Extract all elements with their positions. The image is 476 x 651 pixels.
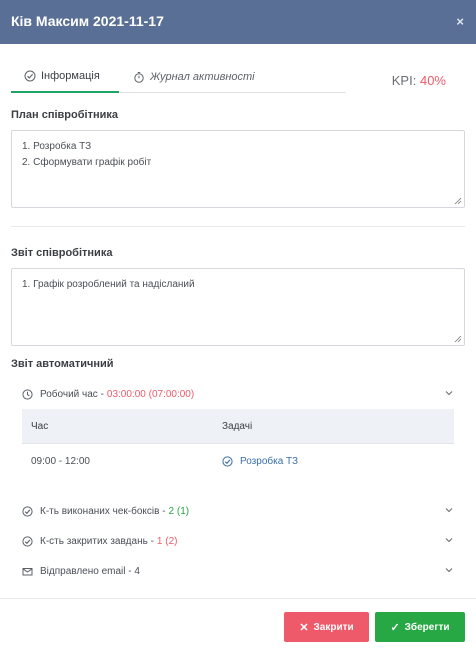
modal-title: Ків Максим 2021-11-17 <box>11 13 164 29</box>
checkmark-icon: ✓ <box>390 621 400 634</box>
cell-task: Розробка ТЗ <box>222 456 454 467</box>
check-circle-icon <box>222 456 233 467</box>
close-button[interactable]: ✕ Закрити <box>284 612 369 642</box>
kpi-label: KPI: <box>391 73 417 88</box>
work-time-label: Робочий час - <box>40 388 104 400</box>
checkboxes-row[interactable]: К-ть виконаних чек-боксів - 2 (1) <box>22 502 454 520</box>
stopwatch-icon <box>134 71 144 83</box>
report-line: 1. Графік розроблений та надісланий <box>22 279 195 290</box>
tab-activity-log-label: Журнал активності <box>150 70 255 83</box>
work-time-value: 03:00:00 (07:00:00) <box>106 388 195 400</box>
plan-label: План співробітника <box>11 109 118 121</box>
close-button-label: Закрити <box>313 621 354 633</box>
report-textarea[interactable]: 1. Графік розроблений та надісланий <box>11 268 465 346</box>
chevron-down-icon[interactable] <box>444 565 454 575</box>
checkboxes-value: 2 (1) <box>168 505 190 517</box>
resize-grip-icon[interactable] <box>454 335 462 343</box>
plan-textarea[interactable]: 1. Розробка ТЗ 2. Сформувати графік робі… <box>11 130 465 208</box>
save-button[interactable]: ✓ Зберегти <box>375 612 465 642</box>
kpi-value: 40% <box>419 73 446 88</box>
table-header: Час Задачі <box>22 409 454 443</box>
checkboxes-label: К-ть виконаних чек-боксів - <box>40 505 166 517</box>
table-row: 09:00 - 12:00 Розробка ТЗ <box>22 443 454 479</box>
close-icon[interactable]: × <box>456 14 464 29</box>
column-header-tasks: Задачі <box>222 420 253 432</box>
chevron-down-icon[interactable] <box>444 388 454 398</box>
cell-time: 09:00 - 12:00 <box>31 456 90 467</box>
chevron-down-icon[interactable] <box>444 505 454 515</box>
work-time-row[interactable]: Робочий час - 03:00:00 (07:00:00) <box>22 385 454 403</box>
clock-icon <box>22 388 33 400</box>
tab-information[interactable]: Інформація <box>11 60 119 93</box>
tab-bar: Інформація Журнал активності <box>11 60 346 93</box>
plan-line: 1. Розробка ТЗ <box>22 141 92 152</box>
footer-divider <box>0 598 476 599</box>
check-circle-icon <box>24 70 36 81</box>
closed-tasks-row[interactable]: К-сть закритих завдань - 1 (2) <box>22 532 454 550</box>
emails-label: Відправлено email - 4 <box>40 565 140 577</box>
closed-tasks-value: 1 (2) <box>156 535 178 547</box>
x-icon: ✕ <box>299 621 309 634</box>
check-circle-icon <box>22 505 33 517</box>
work-time-table: Час Задачі 09:00 - 12:00 Розробка ТЗ <box>22 409 454 479</box>
closed-tasks-label: К-сть закритих завдань - <box>40 535 154 547</box>
chevron-down-icon[interactable] <box>444 535 454 545</box>
column-header-time: Час <box>31 420 49 432</box>
kpi-indicator: KPI: 40% <box>392 73 446 88</box>
check-circle-icon <box>22 535 33 547</box>
auto-report-label: Звіт автоматичний <box>11 358 114 370</box>
save-button-label: Зберегти <box>404 621 450 633</box>
tab-information-label: Інформація <box>41 69 100 82</box>
task-link[interactable]: Розробка ТЗ <box>240 456 298 467</box>
modal-header: Ків Максим 2021-11-17 × <box>0 0 476 44</box>
report-label: Звіт співробітника <box>11 247 113 259</box>
plan-line: 2. Сформувати графік робіт <box>22 157 152 168</box>
resize-grip-icon[interactable] <box>454 197 462 205</box>
tab-activity-log[interactable]: Журнал активності <box>133 60 255 93</box>
envelope-icon <box>22 567 33 575</box>
section-divider <box>11 226 465 227</box>
emails-row[interactable]: Відправлено email - 4 <box>22 562 454 580</box>
